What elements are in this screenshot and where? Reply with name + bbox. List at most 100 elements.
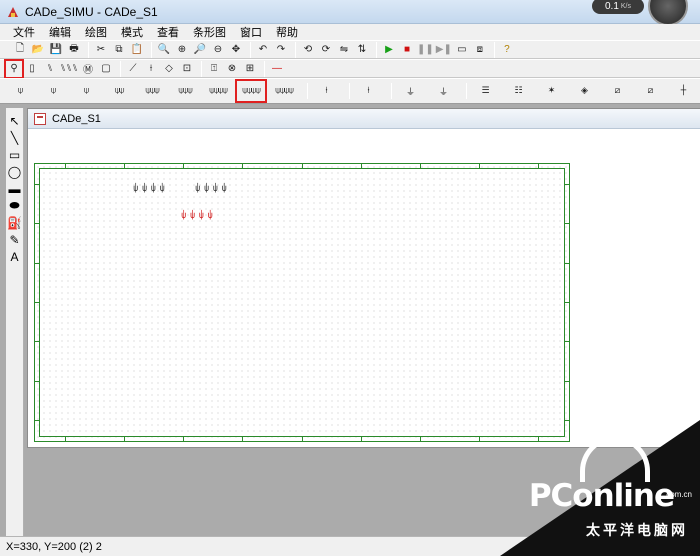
plus-button[interactable]: ┼ [669, 81, 697, 101]
zoom-out-button[interactable]: ⊖ [210, 42, 226, 58]
switch-1p-button[interactable]: ⍦ [6, 81, 34, 101]
redo-button[interactable]: ↷ [273, 42, 289, 58]
open-button[interactable]: 📂 [30, 42, 46, 58]
print-preview-button[interactable]: 🔍 [156, 42, 172, 58]
ground-switch-button[interactable]: ⏚ [396, 81, 424, 101]
breaker-button[interactable]: ⑊ [42, 61, 58, 77]
sensor-button[interactable]: ◇ [161, 61, 177, 77]
toolbar-separator [493, 41, 495, 58]
coil-button[interactable]: ⊡ [179, 61, 195, 77]
paste-icon: 📋 [130, 44, 144, 55]
switch-symbol-group[interactable]: ⍦ ⍦ ⍦ ⍦ [133, 184, 165, 194]
relay-button[interactable]: ▢ [98, 61, 114, 77]
mirror-h-button[interactable]: ⇋ [336, 42, 352, 58]
toolbar-separator [201, 60, 202, 77]
menu-item-3[interactable]: 模式 [114, 24, 150, 40]
help-icon: ? [504, 44, 510, 55]
pan-button[interactable]: ✥ [228, 42, 244, 58]
copy-button[interactable]: ⧉ [111, 42, 127, 58]
motor-icon: Ⓜ [83, 65, 93, 76]
sheet-tick [301, 164, 303, 168]
cut-button[interactable]: ✂ [93, 42, 109, 58]
menu-item-1[interactable]: 编辑 [42, 24, 78, 40]
variator-b-button[interactable]: ⧄ [636, 81, 664, 101]
title-bar[interactable]: CADe_SIMU - CADe_S1 0.1 K/s [0, 0, 700, 26]
undo-button[interactable]: ↶ [255, 42, 271, 58]
motor-button[interactable]: Ⓜ [80, 61, 96, 77]
fuse-button[interactable]: ▯ [24, 61, 40, 77]
variator-button[interactable]: ⧄ [603, 81, 631, 101]
menu-item-2[interactable]: 绘图 [78, 24, 114, 40]
cursor-coordinates: X=330, Y=200 (2) 2 [6, 540, 102, 553]
transformer-button[interactable]: ☰ [471, 81, 499, 101]
contact-no-button[interactable]: ⟋ [125, 61, 141, 77]
text-tool-button[interactable]: A [7, 248, 23, 265]
simulate-pause-button[interactable]: ❚❚ [417, 42, 434, 58]
selected-switch-symbol-group[interactable]: ⍦ ⍦ ⍦ ⍦ [181, 211, 213, 221]
print-button[interactable]: 🖶 [66, 42, 82, 58]
connector-button[interactable]: ◈ [570, 81, 598, 101]
drawing-canvas[interactable]: ⍦ ⍦ ⍦ ⍦ ⍦ ⍦ ⍦ ⍦ ⍦ ⍦ ⍦ ⍦ [28, 130, 700, 447]
pushbutton-button[interactable]: ⍐ [206, 61, 222, 77]
switch-2p-button[interactable]: ⍦⍦ [105, 81, 133, 101]
switch-3p-b-button[interactable]: ⍦⍦⍦ [171, 81, 199, 101]
contact-nc-button[interactable]: ⟊ [143, 61, 159, 77]
switch-1p-c-button[interactable]: ⍦ [72, 81, 100, 101]
sheet-ticks-right [565, 164, 569, 441]
switch-1p-b-button[interactable]: ⍦ [39, 81, 67, 101]
menu-item-4[interactable]: 查看 [150, 24, 186, 40]
window-button[interactable]: ▭ [454, 42, 470, 58]
ellipse-tool-button[interactable]: ◯ [7, 163, 23, 180]
menu-item-7[interactable]: 帮助 [269, 24, 305, 40]
lamp-button[interactable]: ⊗ [224, 61, 240, 77]
toolbar-separator [307, 83, 308, 99]
switch-4p-nc-button[interactable]: ⍦⍦⍦⍦ [270, 81, 298, 101]
new-button[interactable]: 🗋 [12, 42, 28, 58]
power-supply-button[interactable]: ⚲ [4, 58, 24, 79]
sheet-tick [419, 437, 421, 441]
rectangle-tool-button[interactable]: ▭ [7, 146, 23, 163]
filled-ellipse-tool-button[interactable]: ⬬ [7, 197, 23, 214]
simulate-run-button[interactable]: ▶ [381, 42, 397, 58]
fuse-1p-button[interactable]: ⍿ [312, 81, 340, 101]
zoom-button[interactable]: 🔎 [192, 42, 208, 58]
zoom-in-button[interactable]: ⊕ [174, 42, 190, 58]
transformer-b-button[interactable]: ☷ [504, 81, 532, 101]
contact-nc-icon: ⟊ [149, 63, 153, 74]
rotate-left-button[interactable]: ⟲ [300, 42, 316, 58]
earth-button[interactable]: ⏚ [429, 81, 457, 101]
paste-button[interactable]: 📋 [129, 42, 145, 58]
menu-item-0[interactable]: 文件 [6, 24, 42, 40]
switch-3p-button[interactable]: ⍦⍦⍦ [138, 81, 166, 101]
switch-4p-selected-button[interactable]: ⍦⍦⍦⍦ [235, 79, 267, 103]
simulate-stop-button[interactable]: ■ [399, 42, 415, 58]
save-button[interactable]: 💾 [48, 42, 64, 58]
breaker-3p-button[interactable]: ⑊⑊⑊ [60, 61, 78, 77]
menu-item-5[interactable]: 条形图 [186, 24, 233, 40]
sheet-tick [35, 184, 39, 185]
switch-4p-nc-icon: ⍦⍦⍦⍦ [275, 86, 294, 96]
simulate-step-button[interactable]: ▶❚ [436, 42, 452, 58]
color-picker-button[interactable]: ✎ [7, 231, 23, 248]
drawing-sheet[interactable]: ⍦ ⍦ ⍦ ⍦ ⍦ ⍦ ⍦ ⍦ ⍦ ⍦ ⍦ ⍦ [34, 163, 570, 442]
document-title-bar[interactable]: CADe_S1 [28, 109, 700, 129]
rotate-right-button[interactable]: ⟳ [318, 42, 334, 58]
fuse-2p-button[interactable]: ⍿ [354, 81, 382, 101]
filled-rectangle-tool-button[interactable]: ▬ [7, 180, 23, 197]
star-button[interactable]: ✶ [537, 81, 565, 101]
component-button[interactable]: ⧈ [472, 42, 488, 58]
mirror-v-button[interactable]: ⇅ [354, 42, 370, 58]
switch-symbol-group[interactable]: ⍦ ⍦ ⍦ ⍦ [195, 184, 227, 194]
terminal-button[interactable]: ⊞ [242, 61, 258, 77]
wire-button[interactable]: — [269, 61, 285, 77]
fuse-1p-icon: ⍿ [325, 86, 328, 96]
select-arrow-button[interactable]: ↖ [7, 112, 23, 129]
switch-4p-button[interactable]: ⍦⍦⍦⍦ [204, 81, 232, 101]
standard-toolbar: 🗋 📂 💾 🖶 ✂ ⧉ 📋 🔍 ⊕ 🔎 ⊖ ✥ ↶ ↷ ⟲ ⟳ ⇋ ⇅ ▶ ■ ❚❚ ▶❚ ▭ ⧈? [0, 40, 700, 59]
help-button[interactable]: ? [499, 42, 515, 58]
toolbar-separator [466, 83, 467, 99]
line-tool-button[interactable]: ╲ [7, 129, 23, 146]
fill-bucket-button[interactable]: ⛽ [7, 214, 23, 231]
menu-item-6[interactable]: 窗口 [233, 24, 269, 40]
sheet-tick [124, 437, 126, 441]
